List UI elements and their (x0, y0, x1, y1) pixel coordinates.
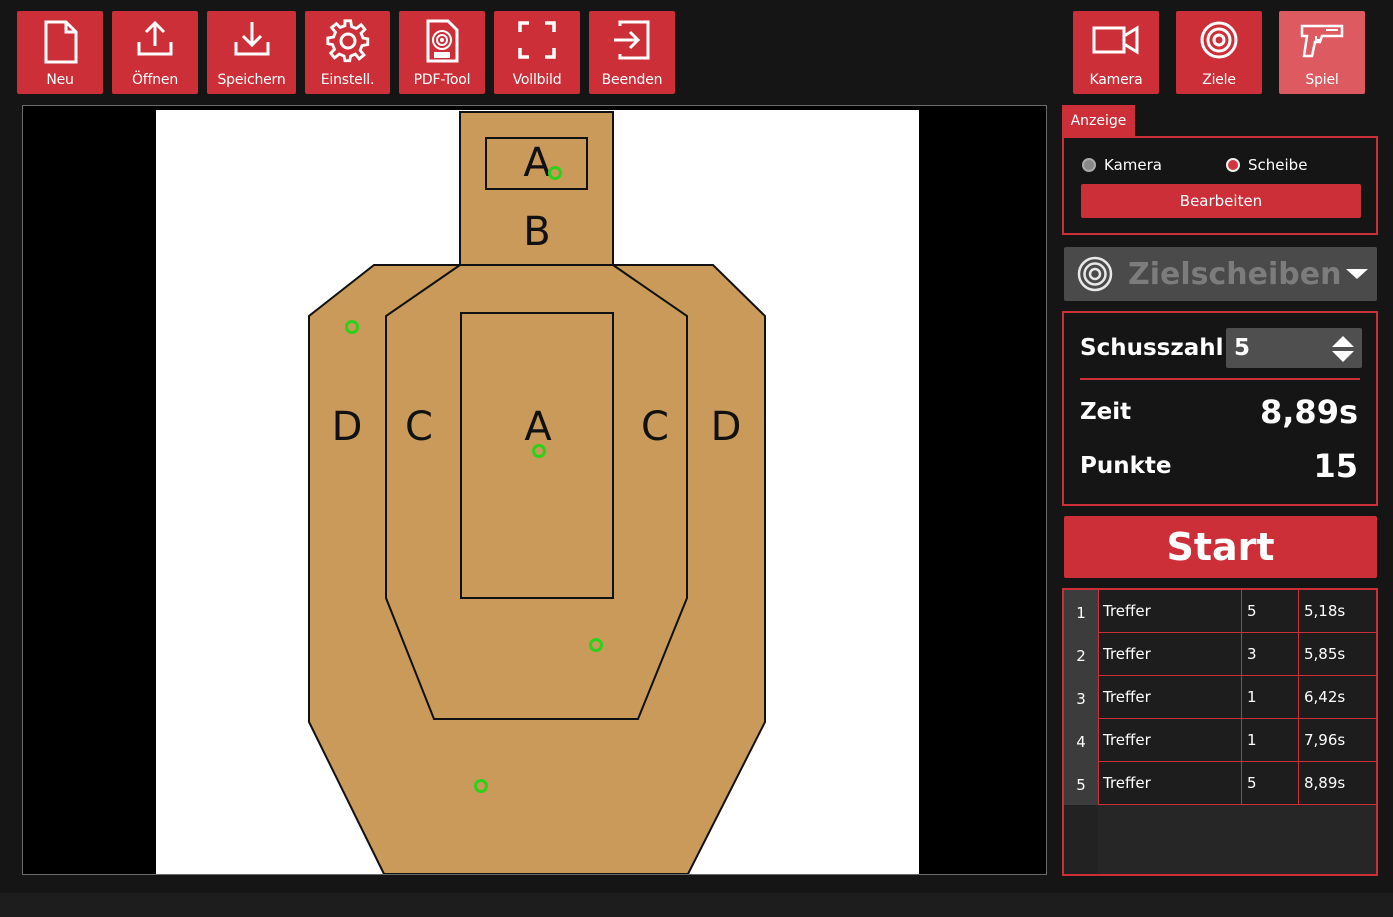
fullscreen-button-label: Vollbild (512, 72, 562, 88)
pdf-tool-button[interactable]: PDF-Tool (399, 11, 485, 94)
open-button-label: Öffnen (131, 72, 179, 88)
table-row[interactable]: 4 Treffer 1 7,96s (1064, 719, 1376, 762)
save-button[interactable]: Speichern (207, 11, 296, 94)
target-icon (1200, 21, 1238, 59)
row-index: 4 (1064, 719, 1098, 762)
zone-label-center-a: A (524, 404, 552, 450)
targets-button-label: Ziele (1202, 72, 1236, 88)
table-row[interactable]: 5 Treffer 5 8,89s (1064, 762, 1376, 805)
upload-icon (137, 20, 173, 56)
row-points: 3 (1241, 633, 1298, 676)
row-result: Treffer (1098, 762, 1241, 805)
camera-icon (1092, 25, 1139, 55)
anzeige-panel: Kamera Scheibe Bearbeiten (1062, 136, 1378, 235)
shot-count-value: 5 (1234, 335, 1251, 361)
edit-button[interactable]: Bearbeiten (1081, 184, 1361, 218)
target-icon (1077, 256, 1113, 292)
row-time: 8,89s (1298, 762, 1376, 805)
pdf-tool-button-label: PDF-Tool (413, 72, 471, 88)
row-time: 5,85s (1298, 633, 1376, 676)
row-points: 1 (1241, 719, 1298, 762)
shot-hit-marker (589, 638, 603, 652)
time-value: 8,89s (1260, 393, 1358, 431)
row-result: Treffer (1098, 676, 1241, 719)
gear-icon (325, 19, 369, 63)
stepper-arrows-icon[interactable] (1330, 334, 1356, 364)
shot-hit-marker (548, 166, 562, 180)
pdf-target-icon (426, 19, 459, 63)
row-index: 5 (1064, 762, 1098, 805)
chevron-down-icon (1346, 269, 1368, 279)
table-row[interactable]: 3 Treffer 1 6,42s (1064, 676, 1376, 719)
settings-button[interactable]: Einstell. (305, 11, 390, 94)
radio-scheibe[interactable]: Scheibe (1226, 156, 1307, 174)
download-icon (234, 22, 269, 56)
row-result: Treffer (1098, 590, 1241, 633)
zone-label-left-c: C (405, 404, 433, 450)
shot-hit-marker (474, 779, 488, 793)
table-empty-area (1098, 805, 1376, 874)
target-view[interactable]: A B D C A C D (22, 105, 1047, 875)
table-row[interactable]: 1 Treffer 5 5,18s (1064, 590, 1376, 633)
open-button[interactable]: Öffnen (112, 11, 198, 94)
game-button-label: Spiel (1305, 72, 1339, 88)
fullscreen-icon (518, 21, 556, 59)
time-label: Zeit (1080, 399, 1132, 425)
camera-button-label: Kamera (1089, 72, 1143, 88)
status-bar (0, 893, 1393, 917)
start-button[interactable]: Start (1064, 516, 1377, 578)
zone-label-head-b: B (523, 209, 551, 255)
target-type-select[interactable]: Zielscheiben (1064, 247, 1377, 301)
new-button[interactable]: Neu (17, 11, 103, 94)
row-index: 3 (1064, 676, 1098, 719)
targets-button[interactable]: Ziele (1176, 11, 1262, 94)
radio-camera-dot (1082, 158, 1096, 172)
new-file-icon (44, 20, 78, 64)
game-button[interactable]: Spiel (1279, 11, 1365, 94)
stats-divider (1080, 378, 1360, 380)
zone-label-right-c: C (641, 404, 669, 450)
exit-icon (614, 20, 650, 60)
shot-hit-marker (532, 444, 546, 458)
row-index: 2 (1064, 633, 1098, 676)
new-button-label: Neu (46, 72, 74, 88)
target-image: A B D C A C D (156, 110, 919, 874)
settings-button-label: Einstell. (320, 72, 375, 88)
save-button-label: Speichern (217, 72, 286, 88)
zone-label-right-d: D (710, 404, 742, 450)
row-points: 5 (1241, 762, 1298, 805)
row-time: 7,96s (1298, 719, 1376, 762)
radio-scheibe-dot (1226, 158, 1240, 172)
radio-camera-label: Kamera (1104, 156, 1162, 174)
row-points: 1 (1241, 676, 1298, 719)
exit-button[interactable]: Beenden (589, 11, 675, 94)
points-value: 15 (1313, 447, 1358, 485)
row-points: 5 (1241, 590, 1298, 633)
shot-count-stepper[interactable]: 5 (1226, 328, 1362, 368)
row-time: 6,42s (1298, 676, 1376, 719)
exit-button-label: Beenden (601, 72, 663, 88)
results-table: 1 Treffer 5 5,18s 2 Treffer 3 5,85s 3 Tr… (1062, 588, 1378, 876)
shot-count-label: Schusszahl (1080, 335, 1224, 361)
radio-camera[interactable]: Kamera (1082, 156, 1162, 174)
target-type-value: Zielscheiben (1128, 256, 1342, 292)
camera-button[interactable]: Kamera (1073, 11, 1159, 94)
zone-label-left-d: D (331, 404, 363, 450)
row-result: Treffer (1098, 633, 1241, 676)
zone-label-head-a: A (523, 140, 551, 186)
points-label: Punkte (1080, 453, 1172, 479)
radio-scheibe-label: Scheibe (1248, 156, 1308, 174)
row-time: 5,18s (1298, 590, 1376, 633)
row-index: 1 (1064, 590, 1098, 633)
table-row[interactable]: 2 Treffer 3 5,85s (1064, 633, 1376, 676)
row-result: Treffer (1098, 719, 1241, 762)
table-empty-index-column (1064, 805, 1098, 874)
pistol-icon (1300, 24, 1344, 58)
anzeige-tab[interactable]: Anzeige (1062, 105, 1135, 136)
shot-hit-marker (345, 320, 359, 334)
fullscreen-button[interactable]: Vollbild (494, 11, 580, 94)
stats-panel: Schusszahl 5 Zeit 8,89s Punkte 15 (1062, 311, 1378, 506)
